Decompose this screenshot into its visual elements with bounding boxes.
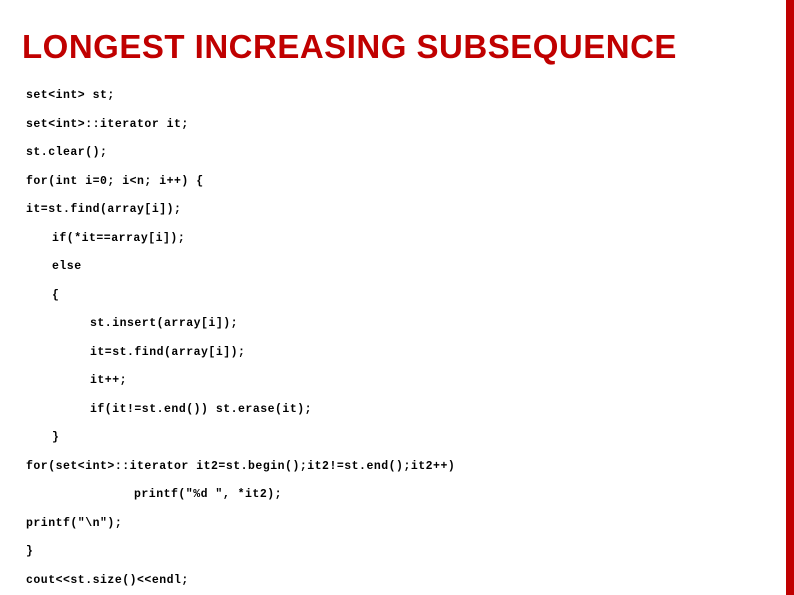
code-line: }	[26, 432, 764, 444]
code-line: set<int> st;	[26, 90, 764, 102]
code-line: if(it!=st.end()) st.erase(it);	[26, 404, 764, 416]
code-line: cout<<st.size()<<endl;	[26, 575, 764, 587]
code-line: printf("%d ", *it2);	[26, 489, 764, 501]
slide-title: LONGEST INCREASING SUBSEQUENCE	[22, 28, 677, 66]
code-line: }	[26, 546, 764, 558]
code-line: set<int>::iterator it;	[26, 119, 764, 131]
code-line: if(*it==array[i]);	[26, 233, 764, 245]
accent-bar	[786, 0, 794, 595]
code-line: it=st.find(array[i]);	[26, 347, 764, 359]
code-line: st.insert(array[i]);	[26, 318, 764, 330]
code-line: st.clear();	[26, 147, 764, 159]
code-line: for(int i=0; i<n; i++) {	[26, 176, 764, 188]
code-line: printf("\n");	[26, 518, 764, 530]
code-line: for(set<int>::iterator it2=st.begin();it…	[26, 461, 764, 473]
code-block: set<int> st; set<int>::iterator it; st.c…	[26, 90, 764, 595]
code-line: else	[26, 261, 764, 273]
code-line: {	[26, 290, 764, 302]
code-line: it=st.find(array[i]);	[26, 204, 764, 216]
code-line: it++;	[26, 375, 764, 387]
slide: LONGEST INCREASING SUBSEQUENCE set<int> …	[0, 0, 794, 595]
